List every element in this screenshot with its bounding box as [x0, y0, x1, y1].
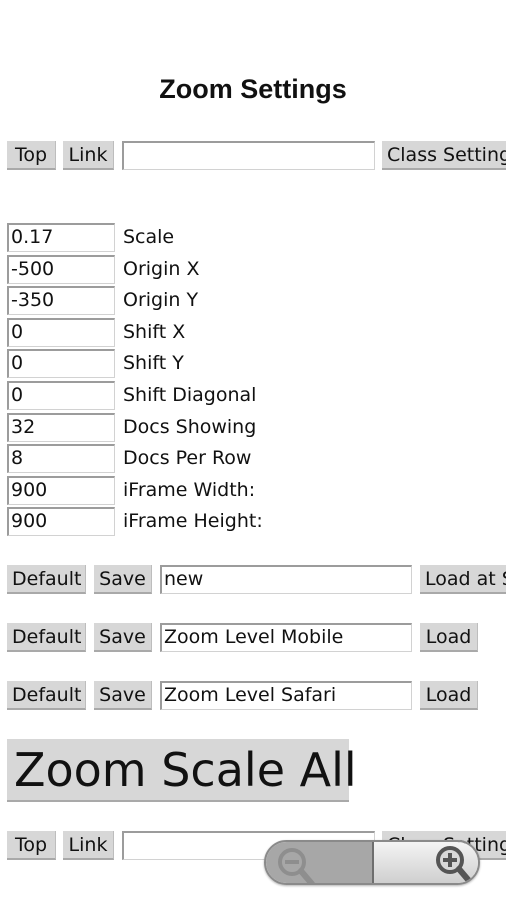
iframe-width-label: iFrame Width: — [123, 479, 256, 501]
zoom-control — [264, 840, 480, 885]
origin-x-label: Origin X — [123, 258, 200, 280]
iframe-width-input[interactable]: 900 — [7, 476, 115, 505]
shift-y-input[interactable]: 0 — [7, 349, 115, 378]
load-button[interactable]: Load — [420, 623, 478, 652]
link-input[interactable] — [122, 141, 375, 170]
docs-showing-input[interactable]: 32 — [7, 413, 115, 442]
preset-name-input[interactable]: Zoom Level Mobile — [160, 623, 412, 652]
zoom-out-button[interactable] — [266, 842, 374, 883]
docs-per-row-label: Docs Per Row — [123, 447, 252, 469]
default-button[interactable]: Default — [7, 565, 86, 594]
link-button[interactable]: Link — [63, 141, 114, 170]
save-button[interactable]: Save — [94, 565, 152, 594]
shift-y-label: Shift Y — [123, 352, 184, 374]
preset-name-input[interactable]: new — [160, 565, 412, 594]
origin-y-input[interactable]: -350 — [7, 286, 115, 315]
zoom-in-button[interactable] — [374, 842, 478, 883]
save-button[interactable]: Save — [94, 681, 152, 710]
zoom-out-icon — [278, 848, 315, 883]
zoom-scale-all-button[interactable]: Zoom Scale All — [7, 739, 357, 802]
shift-diagonal-label: Shift Diagonal — [123, 384, 257, 406]
default-button[interactable]: Default — [7, 681, 86, 710]
class-settings-button[interactable]: Class Settings — [382, 141, 506, 170]
default-button[interactable]: Default — [7, 623, 86, 652]
iframe-height-input[interactable]: 900 — [7, 507, 115, 536]
page-title: Zoom Settings — [159, 74, 347, 104]
docs-per-row-input[interactable]: 8 — [7, 444, 115, 473]
zoom-in-icon — [436, 846, 473, 883]
load-at-start-button[interactable]: Load at Start — [420, 565, 506, 594]
save-button[interactable]: Save — [94, 623, 152, 652]
link-button[interactable]: Link — [63, 831, 114, 860]
shift-x-input[interactable]: 0 — [7, 318, 115, 347]
shift-x-label: Shift X — [123, 321, 186, 343]
top-button[interactable]: Top — [7, 831, 56, 860]
top-button[interactable]: Top — [7, 141, 56, 170]
scale-label: Scale — [123, 226, 175, 248]
shift-diagonal-input[interactable]: 0 — [7, 381, 115, 410]
preset-name-input[interactable]: Zoom Level Safari — [160, 681, 412, 710]
iframe-height-label: iFrame Height: — [123, 510, 263, 532]
load-button[interactable]: Load — [420, 681, 478, 710]
origin-x-input[interactable]: -500 — [7, 255, 115, 284]
docs-showing-label: Docs Showing — [123, 416, 257, 438]
origin-y-label: Origin Y — [123, 289, 199, 311]
scale-input[interactable]: 0.17 — [7, 223, 115, 252]
